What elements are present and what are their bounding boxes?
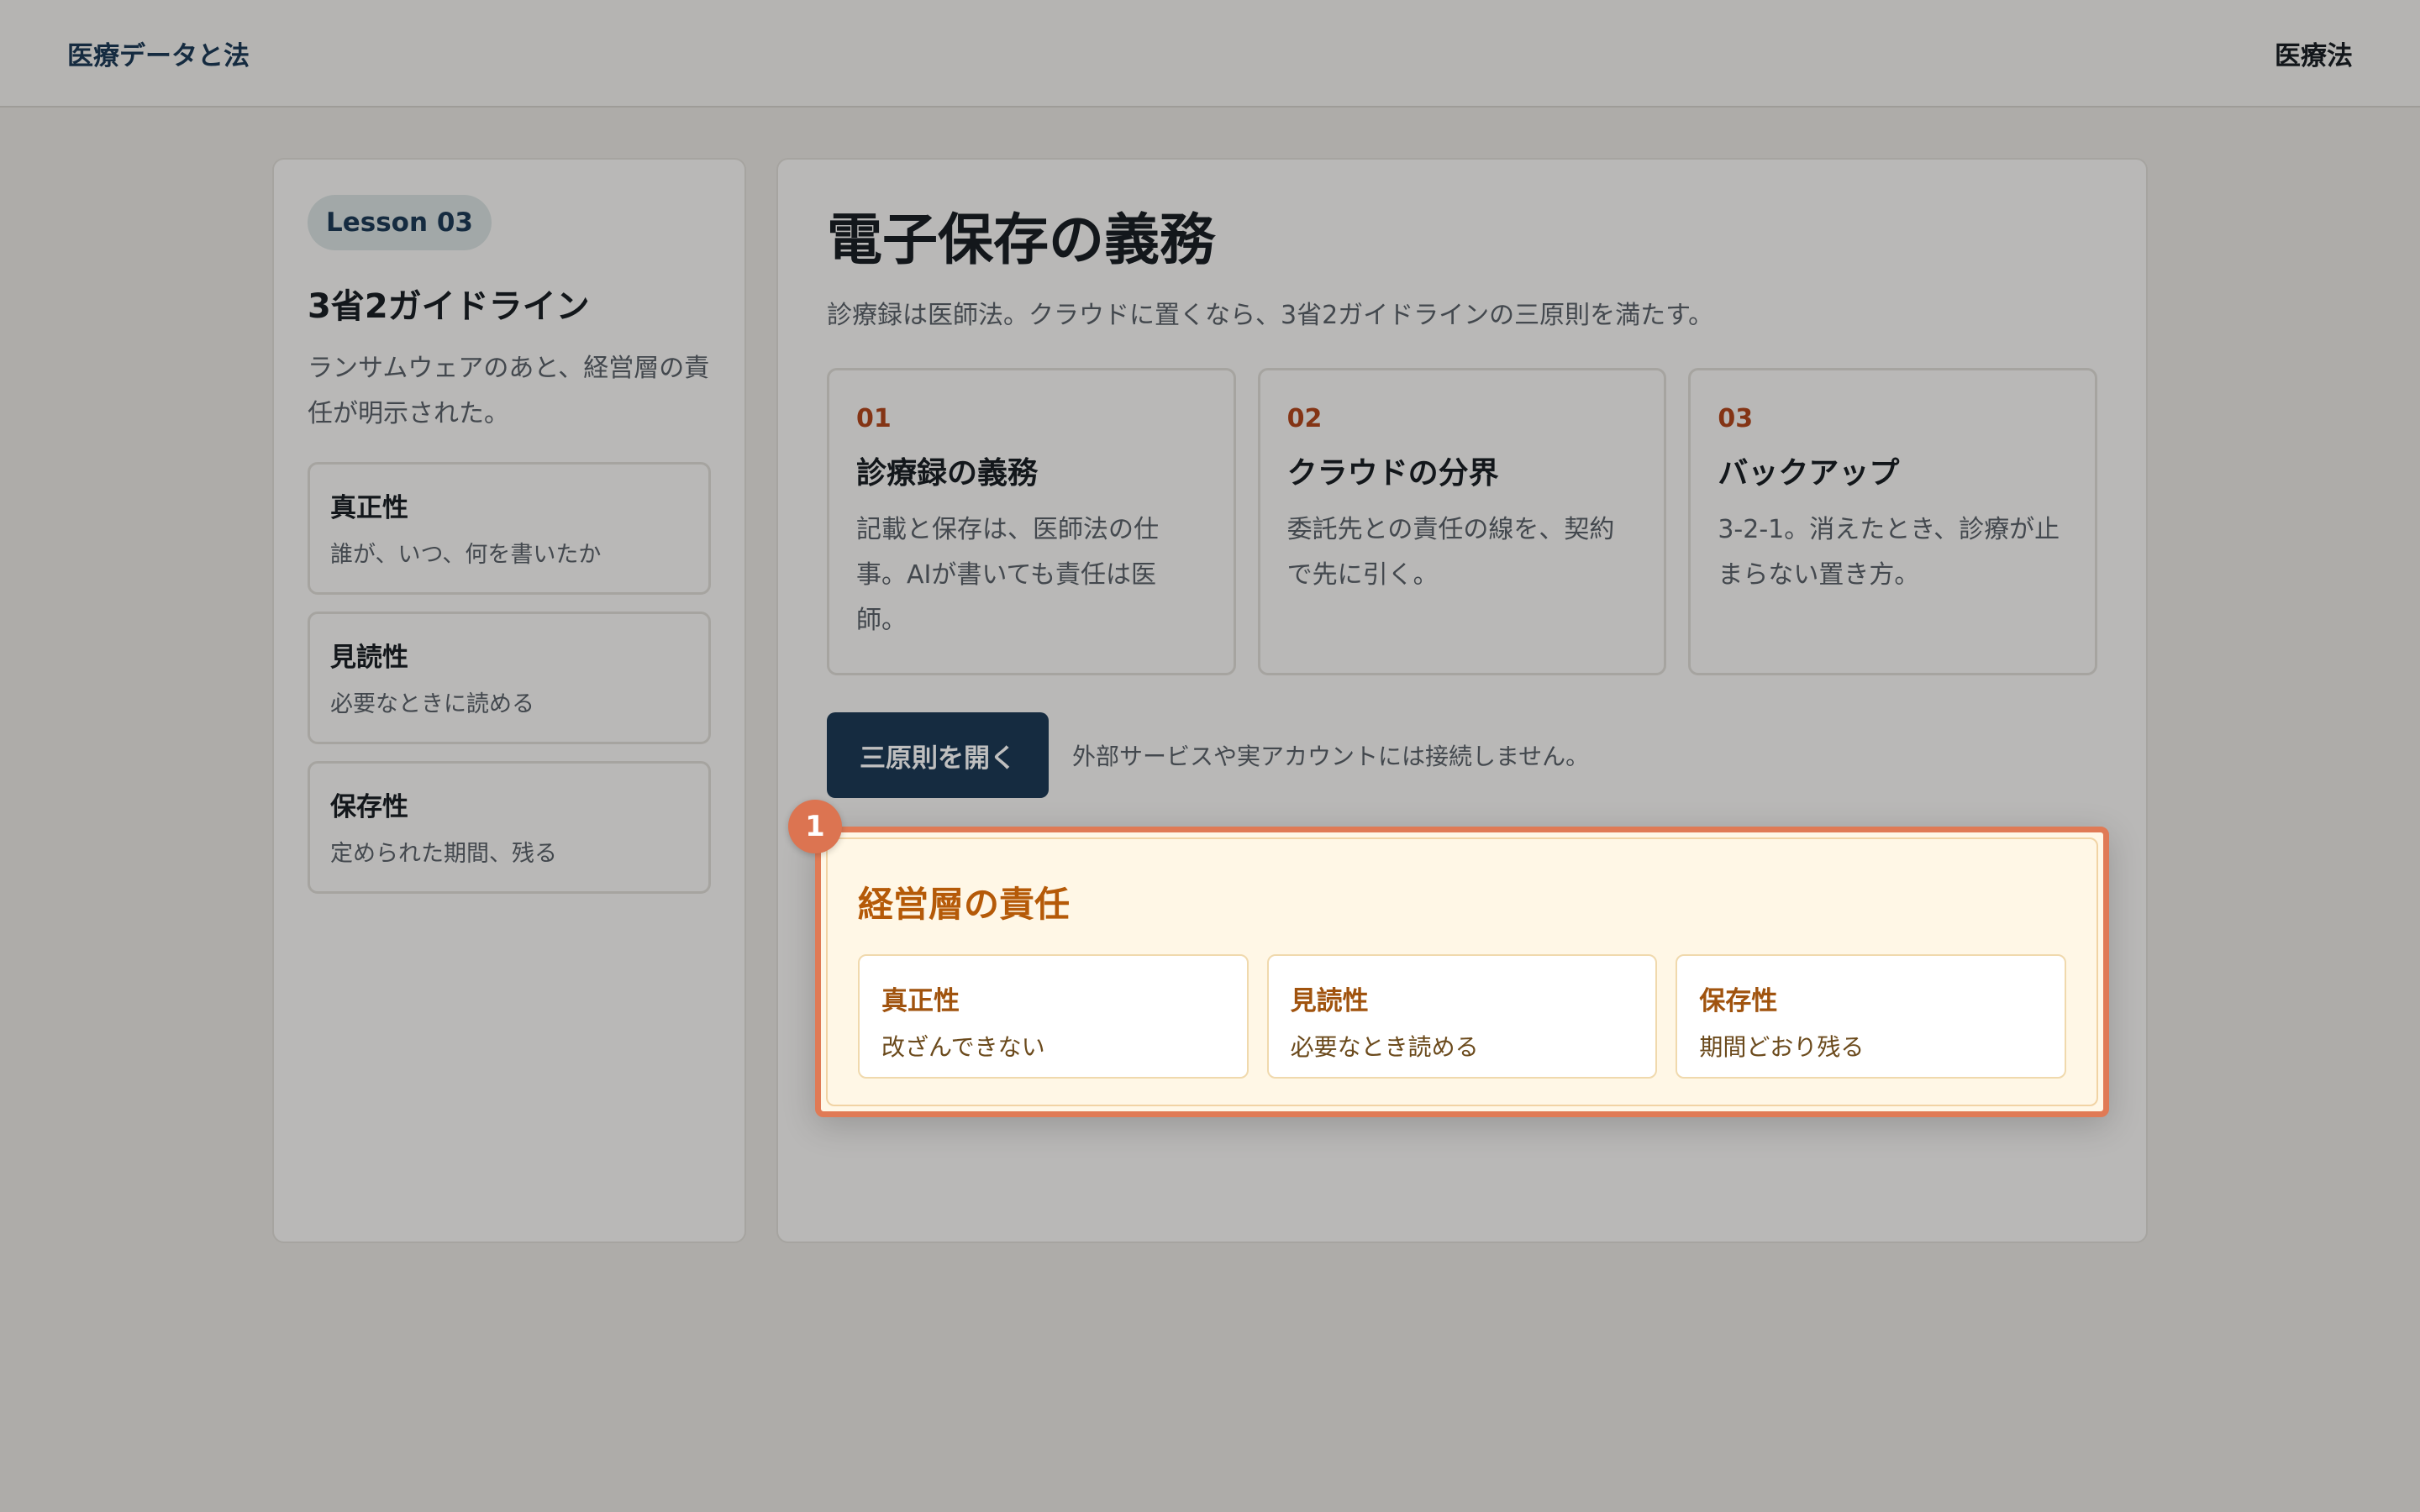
- highlight-title: 経営層の責任: [858, 884, 1071, 925]
- highlight-inner: 経営層の責任 真正性 改ざんできない 見読性 必要なとき読める 保存性 期間どお…: [826, 837, 2098, 1106]
- management-responsibility-panel: 経営層の責任 真正性 改ざんできない 見読性 必要なとき読める 保存性 期間どお…: [815, 827, 2109, 1117]
- highlight-card-title: 保存性: [1699, 986, 1778, 1016]
- highlight-card-desc: 期間どおり残る: [1699, 1033, 1865, 1061]
- highlight-card-authenticity: 真正性 改ざんできない: [858, 954, 1249, 1079]
- highlight-card-desc: 必要なとき読める: [1290, 1033, 1479, 1061]
- dim-overlay: [0, 0, 2420, 1512]
- step-number-badge: 1: [788, 800, 842, 853]
- highlight-card-preservation: 保存性 期間どおり残る: [1676, 954, 2067, 1079]
- highlight-card-title: 真正性: [881, 986, 960, 1016]
- highlight-card-desc: 改ざんできない: [881, 1033, 1045, 1061]
- highlight-cards: 真正性 改ざんできない 見読性 必要なとき読める 保存性 期間どおり残る: [858, 954, 2067, 1079]
- highlight-card-title: 見読性: [1290, 986, 1369, 1016]
- highlight-card-readability: 見読性 必要なとき読める: [1266, 954, 1658, 1079]
